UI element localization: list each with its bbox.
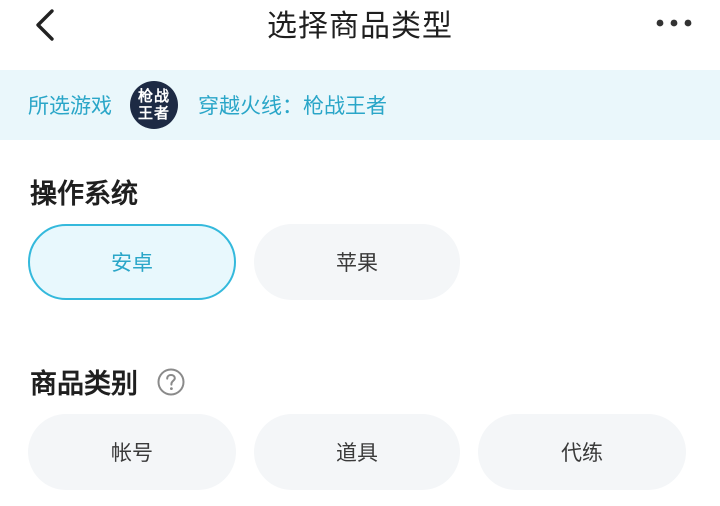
category-section-title: 商品类别	[30, 362, 186, 401]
os-option-ios[interactable]: 苹果	[254, 224, 460, 300]
category-option-account-label: 帐号	[111, 441, 153, 465]
more-options-button[interactable]	[646, 0, 702, 46]
category-option-boosting-label: 代练	[561, 441, 603, 465]
selected-game-name: 穿越火线：枪战王者	[198, 94, 387, 118]
os-section-title: 操作系统	[30, 172, 138, 211]
game-logo-text-bottom: 王者	[137, 104, 170, 122]
top-nav-bar: 选择商品类型	[0, 0, 720, 64]
page-title: 选择商品类型	[267, 9, 453, 44]
category-option-boosting[interactable]: 代练	[478, 414, 686, 490]
os-option-android[interactable]: 安卓	[28, 224, 236, 300]
category-option-items[interactable]: 道具	[254, 414, 460, 490]
os-option-ios-label: 苹果	[336, 251, 378, 275]
selected-game-label: 所选游戏	[28, 94, 112, 118]
more-horizontal-icon	[656, 19, 692, 27]
question-circle-icon[interactable]	[156, 367, 186, 397]
os-section-title-text: 操作系统	[30, 179, 138, 210]
selected-game-banner[interactable]: 所选游戏 枪战 王者 穿越火线：枪战王者	[0, 70, 720, 140]
os-option-android-label: 安卓	[111, 251, 153, 275]
category-option-items-label: 道具	[336, 441, 378, 465]
select-product-type-page: 选择商品类型 所选游戏 枪战 王者 穿越火线：枪战王者 操作系统 安卓 苹果 商…	[0, 0, 720, 506]
chevron-left-icon	[36, 9, 54, 41]
category-option-account[interactable]: 帐号	[28, 414, 236, 490]
category-section-title-text: 商品类别	[30, 369, 138, 400]
game-logo-text-top: 枪战	[137, 87, 170, 105]
game-logo: 枪战 王者	[130, 81, 178, 129]
back-button[interactable]	[20, 0, 70, 50]
